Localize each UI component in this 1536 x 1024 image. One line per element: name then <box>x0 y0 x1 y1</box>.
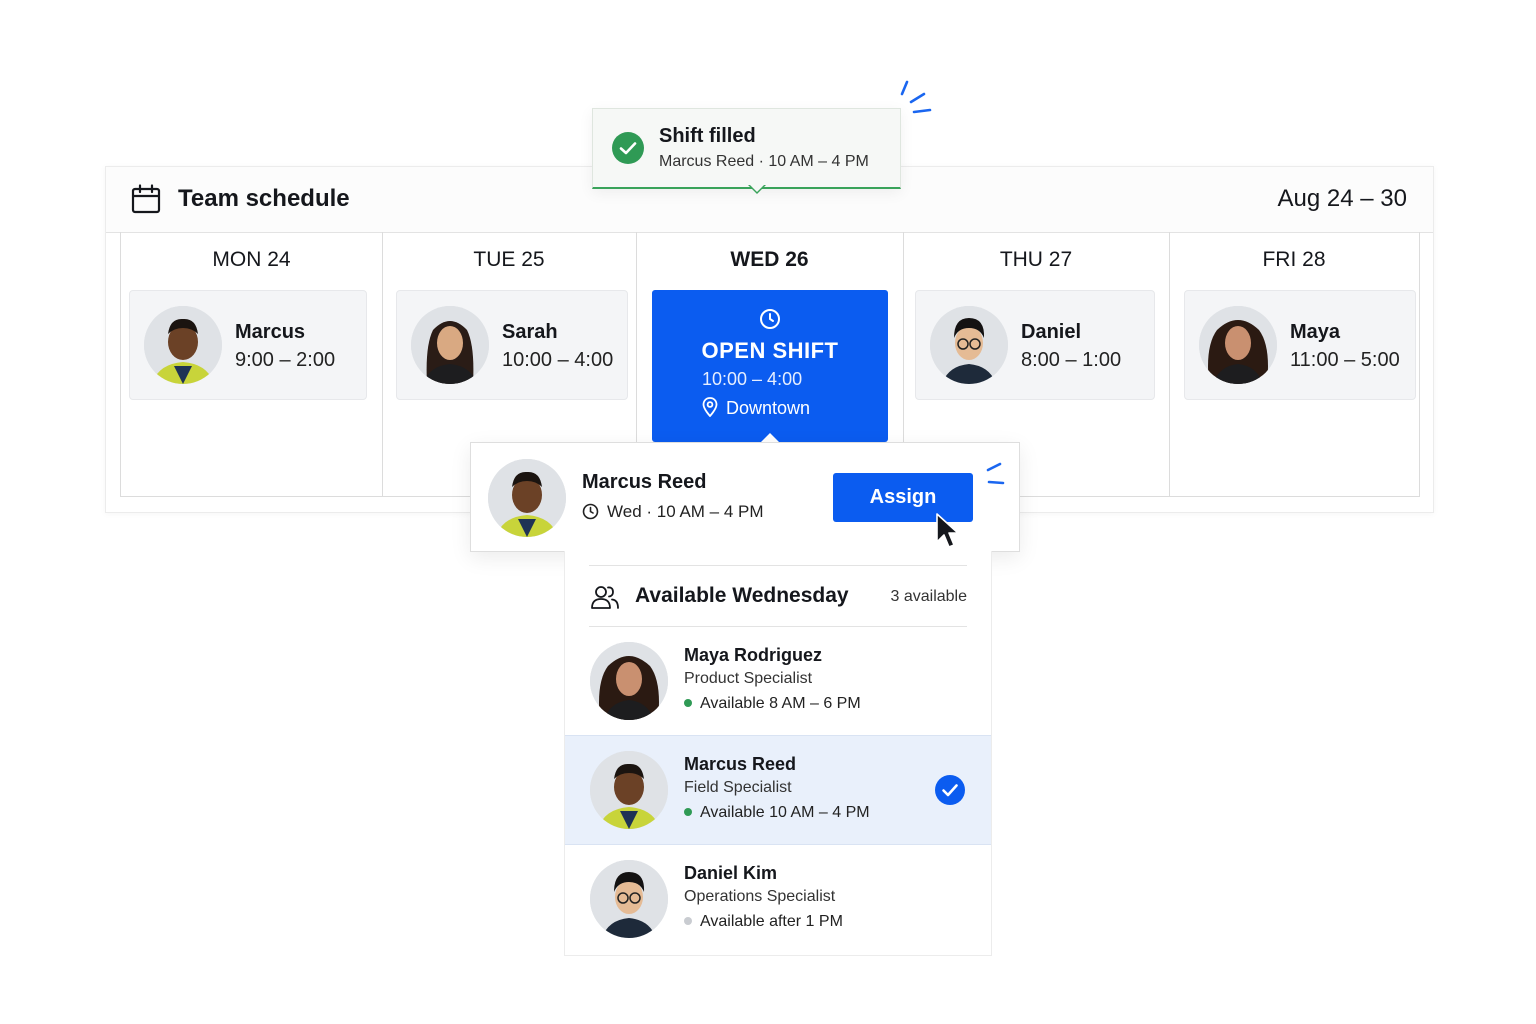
shift-card-daniel[interactable]: Daniel 8:00 – 1:00 <box>915 290 1155 400</box>
shift-name: Maya <box>1290 321 1341 343</box>
list-item-marcus-selected[interactable]: Marcus Reed Field Specialist Available 1… <box>565 735 991 845</box>
shift-card-sarah[interactable]: Sarah 10:00 – 4:00 <box>396 290 628 400</box>
person-name: Daniel Kim <box>684 863 778 883</box>
toast-title: Shift filled <box>659 125 756 147</box>
clock-icon <box>760 309 780 329</box>
availability-label: Available 10 AM – 4 PM <box>700 804 870 821</box>
available-panel: Available Wednesday 3 available Maya Rod… <box>564 551 992 956</box>
toast-pointer-inner <box>750 185 764 192</box>
schedule-title: Team schedule <box>178 185 350 212</box>
sparkle-icon <box>986 462 1005 485</box>
status-dot <box>684 699 692 707</box>
day-column-mon: MON 24 Marcus 9:00 – 2:00 <box>121 232 383 496</box>
selected-check-icon[interactable] <box>935 775 965 805</box>
day-label: THU 27 <box>999 248 1073 271</box>
open-shift-location: Downtown <box>702 396 810 420</box>
list-item-maya[interactable]: Maya Rodriguez Product Specialist Availa… <box>565 627 991 736</box>
sparkle-icon <box>900 80 932 114</box>
list-item-daniel[interactable]: Daniel Kim Operations Specialist Availab… <box>565 845 991 953</box>
availability-label: Available after 1 PM <box>700 913 843 930</box>
avatar <box>411 306 489 384</box>
shift-card-maya[interactable]: Maya 11:00 – 5:00 <box>1184 290 1416 400</box>
toast-subtitle: Marcus Reed · 10 AM – 4 PM <box>659 153 869 170</box>
person-role: Product Specialist <box>684 670 813 687</box>
avatar <box>590 751 668 829</box>
person-name: Maya Rodriguez <box>684 645 823 665</box>
available-header: Available Wednesday 3 available <box>589 565 967 627</box>
shift-time: 11:00 – 5:00 <box>1290 349 1400 371</box>
available-title: Available Wednesday <box>635 584 849 607</box>
availability: Available after 1 PM <box>684 911 843 933</box>
shift-name: Daniel <box>1021 321 1082 343</box>
location-pin-icon <box>702 397 718 417</box>
avatar <box>590 642 668 720</box>
people-icon <box>591 586 619 609</box>
avatar <box>144 306 222 384</box>
open-shift-card[interactable]: OPEN SHIFT 10:00 – 4:00 Downtown <box>652 290 888 443</box>
day-label: WED 26 <box>730 248 809 271</box>
open-shift-time: 10:00 – 4:00 <box>702 369 803 389</box>
open-shift-title: OPEN SHIFT <box>701 338 839 363</box>
check-icon <box>612 132 644 164</box>
assign-shift-time: Wed · 10 AM – 4 PM <box>582 500 764 524</box>
available-count: 3 available <box>890 588 968 605</box>
day-label: TUE 25 <box>473 248 545 271</box>
shift-name: Marcus <box>235 321 306 343</box>
assign-time-label: Wed · 10 AM – 4 PM <box>607 502 764 521</box>
location-label: Downtown <box>726 398 811 418</box>
shift-time: 10:00 – 4:00 <box>502 349 614 371</box>
shift-card-marcus[interactable]: Marcus 9:00 – 2:00 <box>129 290 367 400</box>
clock-icon <box>582 503 599 520</box>
cursor-icon <box>936 513 959 548</box>
avatar <box>930 306 1008 384</box>
person-role: Operations Specialist <box>684 888 836 905</box>
avatar <box>488 459 566 537</box>
shift-time: 8:00 – 1:00 <box>1021 349 1122 371</box>
shift-name: Sarah <box>502 321 558 343</box>
date-range[interactable]: Aug 24 – 30 <box>1278 184 1407 214</box>
day-label: FRI 28 <box>1262 248 1326 271</box>
availability: Available 10 AM – 4 PM <box>684 802 870 824</box>
status-dot <box>684 917 692 925</box>
availability-label: Available 8 AM – 6 PM <box>700 695 861 712</box>
assign-person-name: Marcus Reed <box>582 471 707 493</box>
status-dot <box>684 808 692 816</box>
calendar-icon <box>131 184 161 214</box>
person-role: Field Specialist <box>684 779 792 796</box>
person-name: Marcus Reed <box>684 754 797 774</box>
day-label: MON 24 <box>212 248 291 271</box>
avatar <box>1199 306 1277 384</box>
shift-time: 9:00 – 2:00 <box>235 349 336 371</box>
day-column-fri: FRI 28 Maya 11:00 – 5:00 <box>1169 232 1419 496</box>
availability: Available 8 AM – 6 PM <box>684 693 861 715</box>
shift-filled-toast: Shift filled Marcus Reed · 10 AM – 4 PM <box>592 108 901 189</box>
avatar <box>590 860 668 938</box>
